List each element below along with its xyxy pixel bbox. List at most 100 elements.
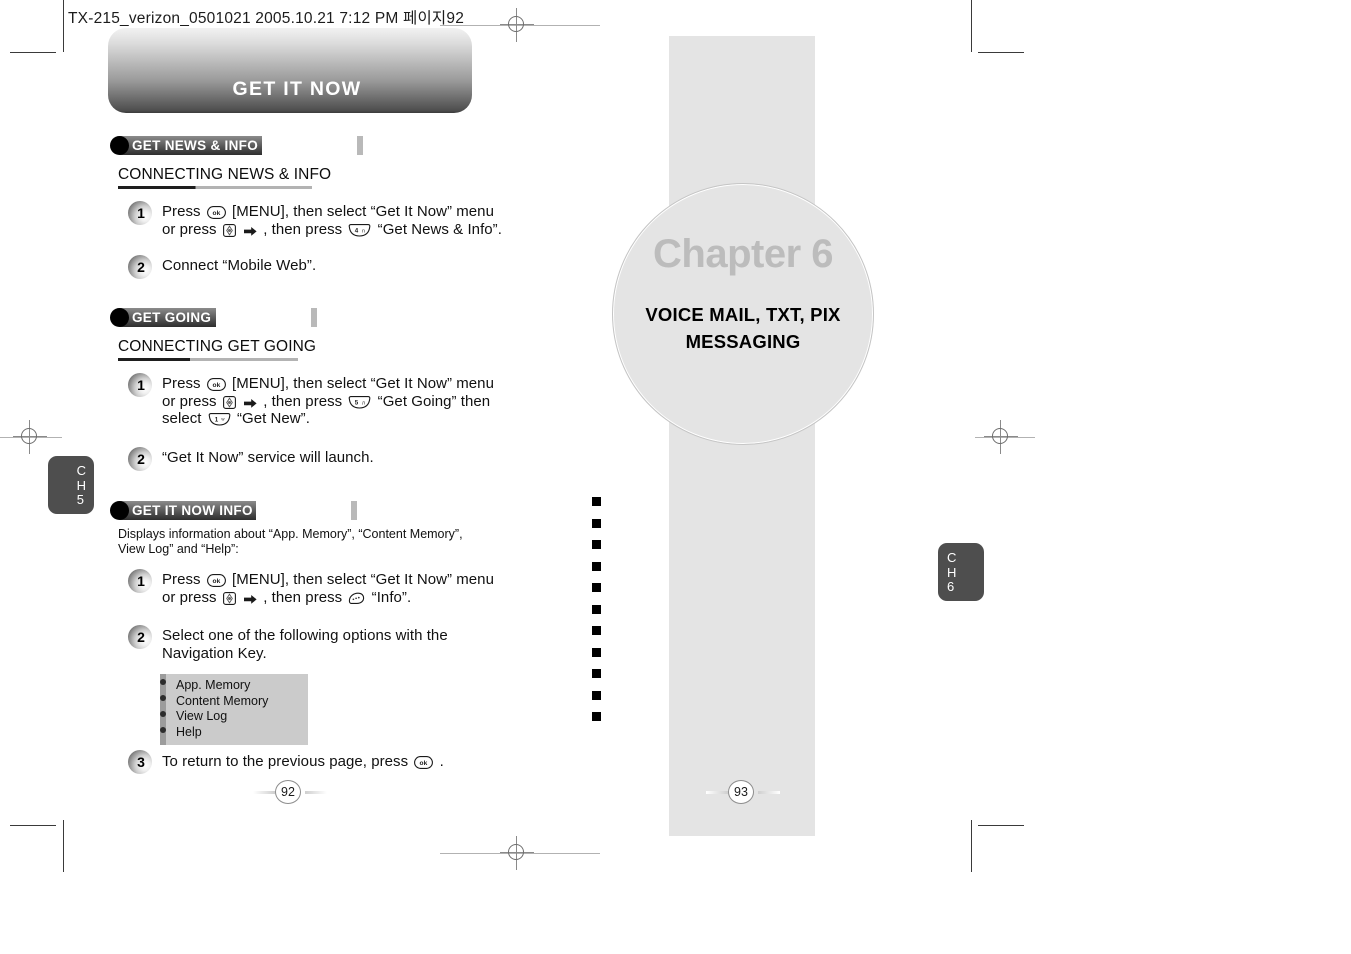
page-number-wing-right <box>305 791 327 794</box>
svg-text:л: л <box>362 400 365 406</box>
option-menu-items: App. Memory Content Memory View Log Help <box>166 674 309 745</box>
svg-text:ok: ok <box>212 210 220 217</box>
step-number: 3 <box>137 754 145 770</box>
file-header-text: TX-215_verizon_0501021 2005.10.21 7:12 P… <box>68 10 465 27</box>
step-text-3: To return to the previous page, press ok… <box>162 753 444 771</box>
step-text-fragment: Press <box>162 571 201 588</box>
section-badge-get-news-info: GET NEWS & INFO <box>110 136 363 155</box>
step-text-fragment: , then press <box>263 220 343 238</box>
step-text-fragment: [MENU], then select “Get It Now” menu <box>232 203 494 220</box>
section-note-text: Displays information about “App. Memory”… <box>118 527 463 557</box>
square-marker-icon <box>592 497 601 506</box>
svg-text:1: 1 <box>214 416 218 423</box>
navigation-key-icon <box>222 223 236 237</box>
chapter-subtitle: VOICE MAIL, TXT, PIX MESSAGING <box>645 304 841 352</box>
square-marker-icon <box>592 647 601 657</box>
navigation-key-icon <box>222 591 236 605</box>
crop-mark-top-left-vertical <box>63 0 64 52</box>
chapter-tab-ch6: C H 6 <box>938 543 984 601</box>
right-arrow-icon <box>244 594 257 605</box>
section-heading-connecting-news-info: CONNECTING NEWS & INFO <box>118 166 332 183</box>
page-number-badge-93: 93 <box>706 778 780 806</box>
step-text-fragment: To return to the previous page, press <box>162 753 409 770</box>
square-marker-icon <box>592 583 601 592</box>
option-menu-item-view-log[interactable]: View Log <box>176 709 268 725</box>
step-text-fragment: “Get News & Info”. <box>377 220 502 238</box>
option-menu-item-content-memory[interactable]: Content Memory <box>176 694 268 710</box>
step-text-fragment: “Get It Now” service will launch. <box>162 449 374 466</box>
badge-dot-icon <box>110 501 129 520</box>
step-number: 2 <box>137 629 145 645</box>
ok-key-icon: ok <box>414 756 434 769</box>
step-text-fragment: Press <box>162 375 201 392</box>
square-marker-icon <box>592 518 601 528</box>
square-marker-icon <box>592 604 601 614</box>
ok-key-icon: ok <box>206 378 226 391</box>
step-text-fragment: select <box>162 410 202 427</box>
page-number-value: 93 <box>728 780 754 804</box>
svg-text:4: 4 <box>355 227 359 234</box>
step-text-fragment: Select one of the following options with… <box>162 627 448 644</box>
registration-mark-bottom <box>500 836 534 870</box>
crop-mark-top-left-horizontal <box>10 52 56 53</box>
option-menu-item-help[interactable]: Help <box>176 725 268 741</box>
heading-rule <box>118 186 312 189</box>
registration-mark-left <box>13 420 47 454</box>
crop-mark-bottom-left-vertical <box>63 820 64 872</box>
note-line: View Log” and “Help”: <box>118 542 239 556</box>
step-text-1: Press ok [MENU], then select “Get It Now… <box>162 203 502 238</box>
step-text-2: “Get It Now” service will launch. <box>162 449 374 467</box>
option-menu-item-app-memory[interactable]: App. Memory <box>176 678 268 694</box>
step-number: 1 <box>137 377 145 393</box>
soft-key-icon <box>348 592 365 605</box>
step-text-fragment: Navigation Key. <box>162 644 267 662</box>
step-text-fragment: “Get Going” then <box>377 392 491 410</box>
step-bubble-2: 2 <box>128 255 152 279</box>
ok-key-icon: ok <box>206 206 226 219</box>
chapter-contents-markers <box>592 497 601 734</box>
step-bubble-1: 1 <box>128 569 152 593</box>
page-number-wing-right <box>758 791 780 794</box>
chapter-circle: Chapter 6 VOICE MAIL, TXT, PIX MESSAGING <box>612 183 874 445</box>
step-bubble-1: 1 <box>128 201 152 225</box>
svg-text:5: 5 <box>355 399 359 406</box>
crop-mark-bottom-right-horizontal <box>978 825 1024 826</box>
badge-dot-icon <box>110 308 129 327</box>
chapter-tab-number: 6 <box>947 579 955 594</box>
step-number: 1 <box>137 573 145 589</box>
page-number-badge-92: 92 <box>253 778 327 806</box>
step-bubble-2: 2 <box>128 447 152 471</box>
page-number-wing-left <box>253 791 275 794</box>
section-badge-get-it-now-info: GET IT NOW INFO <box>110 501 357 520</box>
chapter-tab-letters: C H <box>76 463 86 493</box>
crop-mark-bottom-left-horizontal <box>10 825 56 826</box>
section-badge-label: GET GOING <box>132 310 212 325</box>
step-text-fragment: “Info”. <box>371 588 412 606</box>
step-text-2: Connect “Mobile Web”. <box>162 257 316 275</box>
crop-mark-bottom-right-vertical <box>971 820 972 872</box>
step-bubble-1: 1 <box>128 373 152 397</box>
step-text-fragment: Press <box>162 203 201 220</box>
section-badge-get-going: GET GOING <box>110 308 317 327</box>
page-title: GET IT NOW <box>232 78 362 100</box>
ok-key-icon: ok <box>206 574 226 587</box>
step-number: 2 <box>137 259 145 275</box>
step-text-fragment: , then press <box>263 392 343 410</box>
square-marker-icon <box>592 712 601 721</box>
step-text-fragment: or press <box>162 220 217 238</box>
registration-mark-top <box>500 8 534 42</box>
step-text-fragment: or press <box>162 588 217 606</box>
heading-rule <box>118 358 298 361</box>
square-marker-icon <box>592 626 601 635</box>
svg-text:n: n <box>363 228 366 234</box>
step-text-fragment: . <box>439 753 444 770</box>
key-4-icon: 4n <box>348 223 371 237</box>
step-number: 1 <box>137 205 145 221</box>
chapter-tab-ch5: C H 5 <box>48 456 94 514</box>
page-number-wing-left <box>706 791 728 794</box>
svg-text:ok: ok <box>420 760 428 767</box>
step-text-fragment: or press <box>162 392 217 410</box>
key-5-icon: 5л <box>348 395 371 409</box>
right-arrow-icon <box>244 398 257 409</box>
section-badge-label: GET NEWS & INFO <box>132 138 258 153</box>
